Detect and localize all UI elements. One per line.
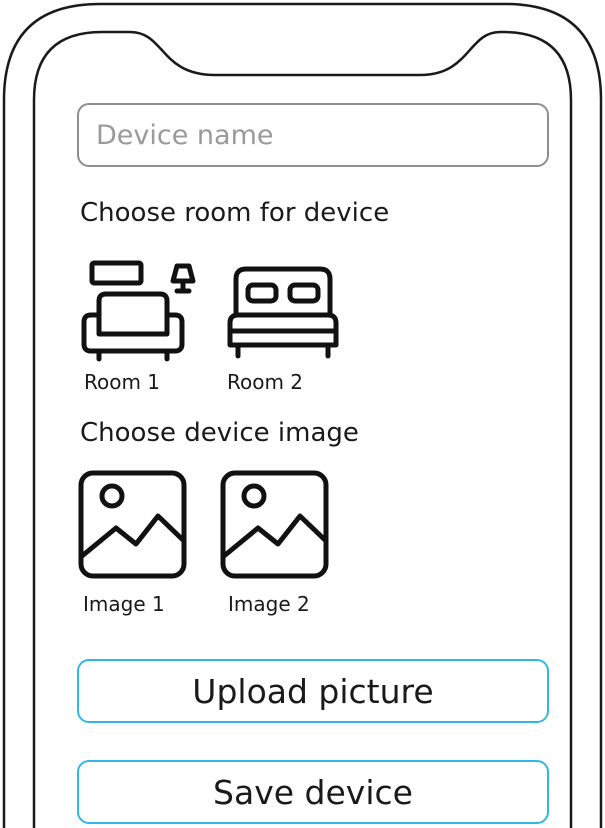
choose-image-heading: Choose device image bbox=[80, 418, 359, 448]
image-option-2[interactable]: Image 2 bbox=[220, 470, 350, 620]
image-option-1[interactable]: Image 1 bbox=[78, 470, 208, 620]
bed-icon bbox=[227, 266, 339, 359]
image-option-label: Image 2 bbox=[228, 592, 310, 616]
room-option-label: Room 1 bbox=[84, 370, 161, 394]
image-icon bbox=[78, 470, 187, 579]
device-name-input[interactable] bbox=[77, 103, 549, 167]
room-option-label: Room 2 bbox=[227, 370, 304, 394]
image-icon bbox=[220, 470, 329, 579]
save-device-button[interactable]: Save device bbox=[77, 760, 549, 824]
living-room-icon bbox=[81, 260, 196, 362]
choose-room-heading: Choose room for device bbox=[80, 198, 390, 228]
room-option-1[interactable]: Room 1 bbox=[78, 255, 208, 395]
upload-picture-button[interactable]: Upload picture bbox=[77, 659, 549, 723]
room-option-2[interactable]: Room 2 bbox=[222, 255, 352, 395]
image-option-label: Image 1 bbox=[83, 592, 165, 616]
